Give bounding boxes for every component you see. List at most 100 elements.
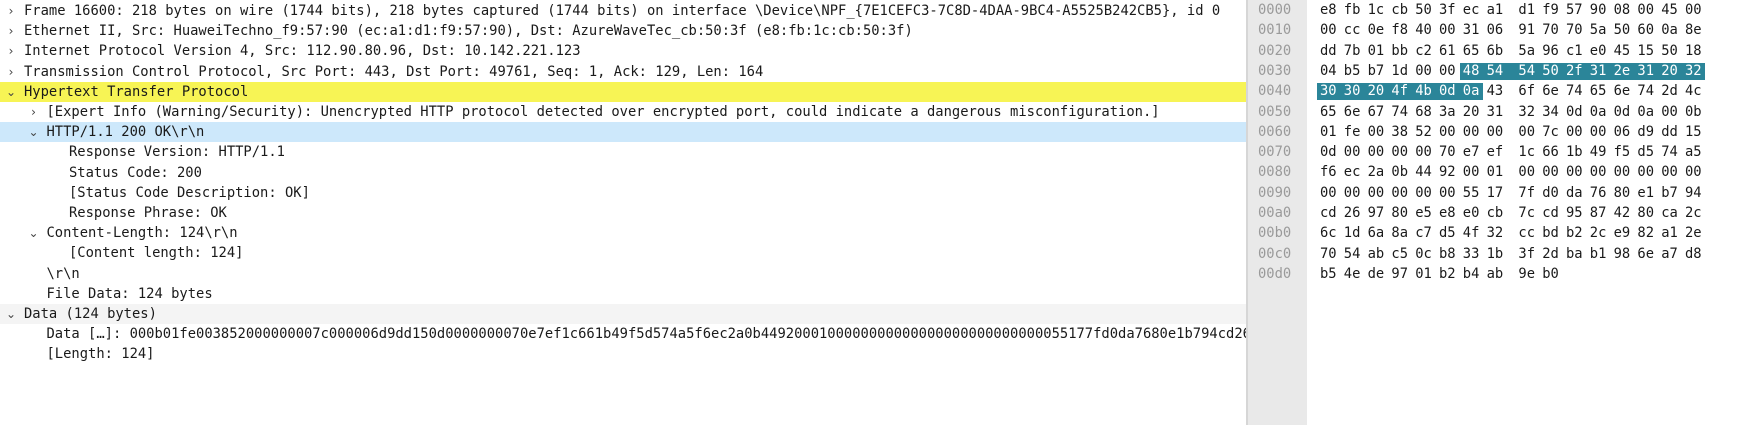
- hex-byte[interactable]: 4f: [1391, 81, 1412, 101]
- hex-byte[interactable]: d5: [1637, 142, 1658, 162]
- hex-byte[interactable]: 70: [1542, 20, 1563, 40]
- hex-byte[interactable]: 7c: [1518, 203, 1539, 223]
- hex-byte[interactable]: 3f: [1518, 244, 1539, 264]
- hex-byte[interactable]: 1c: [1518, 142, 1539, 162]
- hex-byte[interactable]: 4c: [1685, 81, 1706, 101]
- hex-byte[interactable]: 70: [1320, 244, 1341, 264]
- hex-byte[interactable]: b4: [1463, 264, 1484, 284]
- hex-byte[interactable]: 7b: [1344, 41, 1365, 61]
- hex-byte[interactable]: 87: [1590, 203, 1611, 223]
- hex-byte[interactable]: 80: [1614, 183, 1635, 203]
- hex-byte[interactable]: e8: [1320, 0, 1341, 20]
- hex-byte[interactable]: 2e: [1614, 61, 1635, 81]
- hex-byte[interactable]: ca: [1661, 203, 1682, 223]
- hex-byte[interactable]: 00: [1685, 162, 1706, 182]
- tree-row[interactable]: Response Phrase: OK: [0, 203, 1246, 223]
- hex-byte[interactable]: f9: [1542, 0, 1563, 20]
- hex-byte[interactable]: 34: [1542, 102, 1563, 122]
- hex-byte[interactable]: c1: [1566, 41, 1587, 61]
- hex-byte[interactable]: 00: [1368, 183, 1389, 203]
- hex-byte[interactable]: e7: [1463, 142, 1484, 162]
- hex-byte[interactable]: 97: [1391, 264, 1412, 284]
- hex-byte[interactable]: 00: [1518, 162, 1539, 182]
- hex-byte[interactable]: b8: [1439, 244, 1460, 264]
- hex-byte[interactable]: 32: [1518, 102, 1539, 122]
- hex-byte[interactable]: 31: [1590, 61, 1611, 81]
- hex-byte[interactable]: 04: [1320, 61, 1341, 81]
- hex-byte[interactable]: b2: [1439, 264, 1460, 284]
- hex-byte[interactable]: bb: [1391, 41, 1412, 61]
- hex-byte[interactable]: 00: [1463, 162, 1484, 182]
- hex-byte[interactable]: a7: [1661, 244, 1682, 264]
- hex-byte[interactable]: 32: [1487, 223, 1508, 243]
- hex-byte[interactable]: 65: [1463, 41, 1484, 61]
- hex-byte[interactable]: cc: [1518, 223, 1539, 243]
- hex-byte[interactable]: 00: [1415, 183, 1436, 203]
- hex-byte[interactable]: 2a: [1368, 162, 1389, 182]
- chevron-down-icon[interactable]: ⌄: [4, 82, 18, 102]
- hex-byte[interactable]: 38: [1391, 122, 1412, 142]
- hex-byte[interactable]: 9e: [1518, 264, 1539, 284]
- tree-row[interactable]: Data […]: 000b01fe003852000000007c000006…: [0, 324, 1247, 344]
- hex-byte[interactable]: 70: [1566, 20, 1587, 40]
- hex-byte[interactable]: 97: [1368, 203, 1389, 223]
- hex-byte[interactable]: 94: [1685, 183, 1706, 203]
- hex-byte[interactable]: 4e: [1344, 264, 1365, 284]
- hex-byte[interactable]: b5: [1320, 264, 1341, 284]
- chevron-right-icon[interactable]: ›: [4, 62, 18, 82]
- hex-byte[interactable]: dd: [1320, 41, 1341, 61]
- hex-byte[interactable]: 1b: [1487, 244, 1508, 264]
- hex-byte[interactable]: 26: [1344, 203, 1365, 223]
- hex-byte[interactable]: 31: [1487, 102, 1508, 122]
- hex-byte[interactable]: d5: [1439, 223, 1460, 243]
- hex-byte[interactable]: 00: [1415, 61, 1436, 81]
- hex-byte[interactable]: 74: [1637, 81, 1658, 101]
- hex-byte[interactable]: 0a: [1661, 20, 1682, 40]
- hex-byte[interactable]: 4f: [1463, 223, 1484, 243]
- hex-byte[interactable]: 0e: [1368, 20, 1389, 40]
- chevron-right-icon[interactable]: ›: [27, 102, 41, 122]
- hex-byte[interactable]: 00: [1368, 122, 1389, 142]
- hex-byte[interactable]: 08: [1614, 0, 1635, 20]
- hex-byte[interactable]: 00: [1614, 162, 1635, 182]
- hex-byte[interactable]: 57: [1566, 0, 1587, 20]
- hex-byte[interactable]: 7c: [1542, 122, 1563, 142]
- tree-row[interactable]: ⌄ Data (124 bytes): [0, 304, 1246, 325]
- hex-byte[interactable]: 1c: [1368, 0, 1389, 20]
- hex-byte[interactable]: 00: [1391, 183, 1412, 203]
- hex-byte[interactable]: e5: [1415, 203, 1436, 223]
- hex-byte[interactable]: cb: [1391, 0, 1412, 20]
- hex-byte[interactable]: 32: [1685, 61, 1706, 81]
- hex-byte[interactable]: 76: [1590, 183, 1611, 203]
- hex-byte[interactable]: 00: [1463, 122, 1484, 142]
- hex-byte[interactable]: c5: [1391, 244, 1412, 264]
- hex-byte[interactable]: 6e: [1614, 81, 1635, 101]
- hex-byte[interactable]: ba: [1566, 244, 1587, 264]
- hex-byte[interactable]: ec: [1344, 162, 1365, 182]
- hex-byte[interactable]: 06: [1487, 20, 1508, 40]
- hex-byte[interactable]: 1b: [1566, 142, 1587, 162]
- hex-byte[interactable]: d1: [1518, 0, 1539, 20]
- hex-byte[interactable]: 70: [1439, 142, 1460, 162]
- tree-row[interactable]: ⌄ HTTP/1.1 200 OK\r\n: [0, 122, 1246, 143]
- hex-byte[interactable]: 00: [1566, 162, 1587, 182]
- hex-byte[interactable]: 00: [1487, 122, 1508, 142]
- hex-byte[interactable]: cd: [1542, 203, 1563, 223]
- hex-byte[interactable]: 00: [1439, 122, 1460, 142]
- tree-row[interactable]: ⌄ Content-Length: 124\r\n: [0, 223, 1246, 243]
- tree-row[interactable]: File Data: 124 bytes: [0, 284, 1246, 304]
- hex-byte[interactable]: 6b: [1487, 41, 1508, 61]
- hex-byte[interactable]: 40: [1415, 20, 1436, 40]
- hex-byte[interactable]: 0b: [1391, 162, 1412, 182]
- hex-byte[interactable]: 66: [1542, 142, 1563, 162]
- hex-byte[interactable]: 00: [1590, 162, 1611, 182]
- hex-byte[interactable]: 06: [1614, 122, 1635, 142]
- hex-byte[interactable]: b1: [1590, 244, 1611, 264]
- hex-byte[interactable]: e8: [1439, 203, 1460, 223]
- packet-bytes-pane[interactable]: 0000 e8 fb 1c cb 50 3f ec a1 d1 f9 57 90 08 00 45 00 0010…: [1248, 0, 1751, 425]
- chevron-down-icon[interactable]: ⌄: [27, 122, 41, 142]
- hex-byte[interactable]: 3f: [1439, 0, 1460, 20]
- hex-byte[interactable]: 50: [1542, 61, 1563, 81]
- hex-byte[interactable]: 00: [1320, 183, 1341, 203]
- hex-byte[interactable]: b7: [1661, 183, 1682, 203]
